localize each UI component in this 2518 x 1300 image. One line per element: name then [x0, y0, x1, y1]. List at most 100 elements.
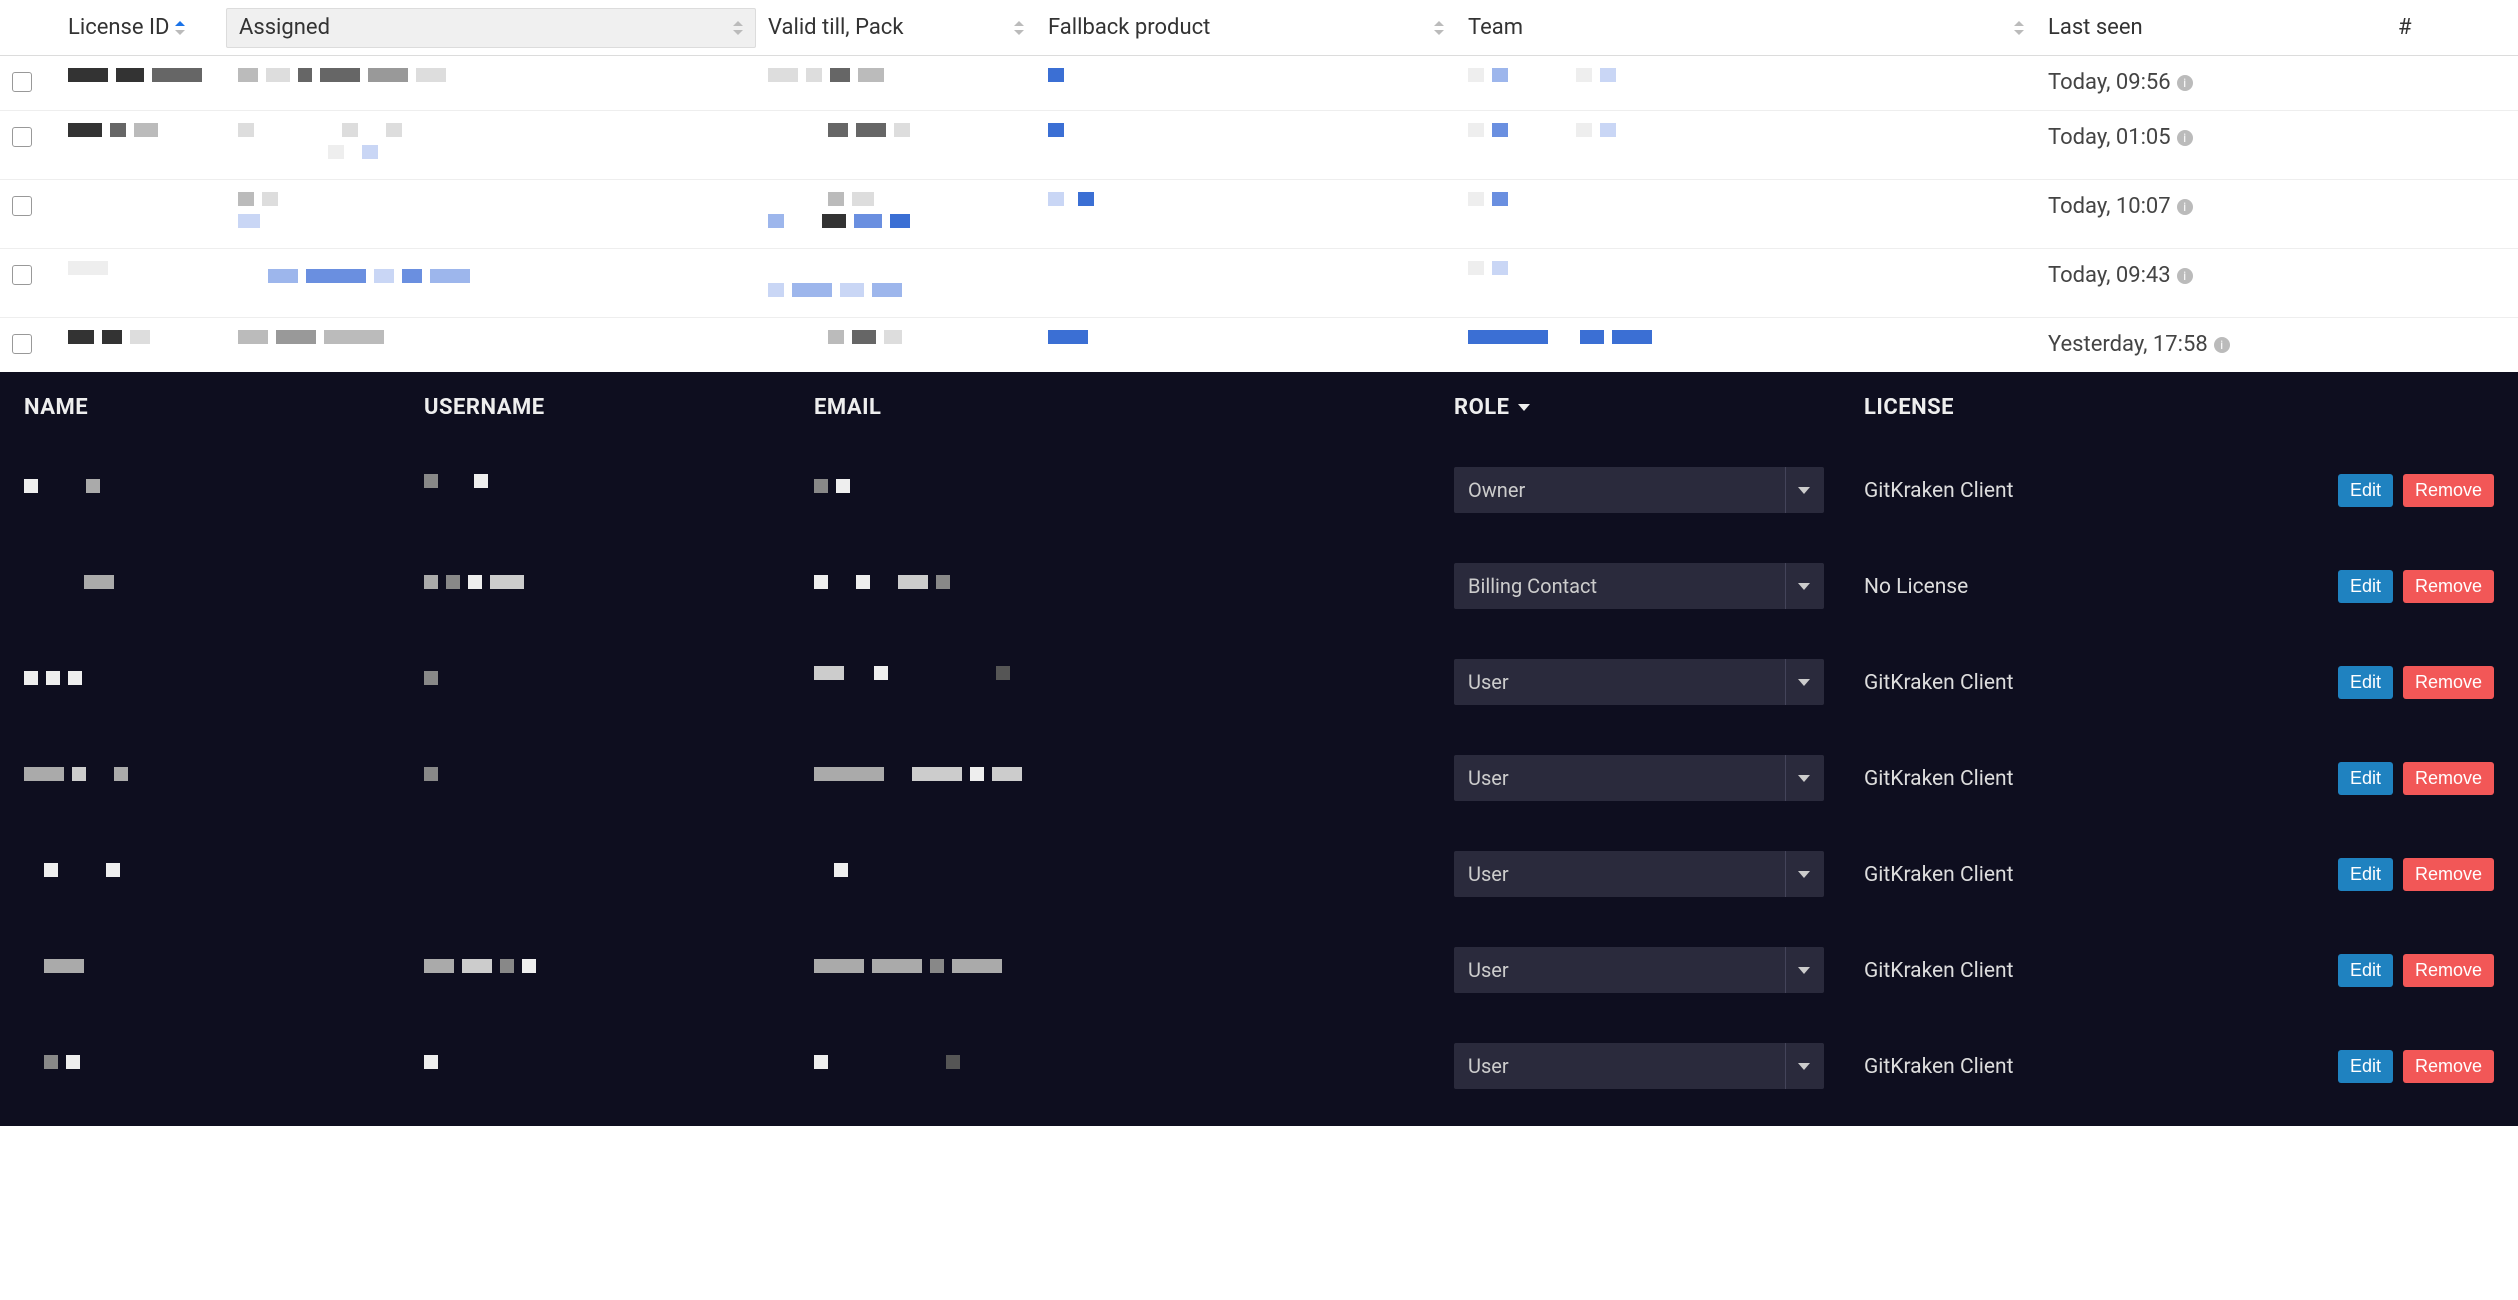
sort-desc-icon	[1518, 404, 1530, 411]
header-email[interactable]: EMAIL	[802, 395, 1442, 420]
user-row: Owner GitKraken Client Edit Remove	[0, 442, 2518, 538]
user-license-text: GitKraken Client	[1864, 863, 2013, 887]
user-license-text: GitKraken Client	[1864, 479, 2013, 503]
role-select-value: User	[1468, 1054, 1509, 1078]
role-select[interactable]: Billing Contact	[1454, 563, 1824, 609]
user-email-cell	[802, 479, 1442, 501]
license-row: Today, 01:05i	[0, 111, 2518, 180]
info-icon[interactable]: i	[2214, 337, 2230, 353]
remove-button[interactable]: Remove	[2403, 474, 2494, 507]
user-license-text: GitKraken Client	[1864, 1055, 2013, 1079]
user-username-cell	[412, 767, 802, 789]
edit-button[interactable]: Edit	[2338, 762, 2393, 795]
user-username-cell	[412, 959, 802, 981]
edit-button[interactable]: Edit	[2338, 570, 2393, 603]
header-role[interactable]: ROLE	[1442, 395, 1852, 420]
user-username-cell	[412, 671, 802, 693]
header-last-seen[interactable]: Last seen	[2036, 15, 2386, 40]
header-username[interactable]: USERNAME	[412, 395, 802, 420]
edit-button[interactable]: Edit	[2338, 1050, 2393, 1083]
user-row: Billing Contact No License Edit Remove	[0, 538, 2518, 634]
role-select-value: User	[1468, 862, 1509, 886]
header-name-label: NAME	[24, 395, 88, 420]
role-select[interactable]: Owner	[1454, 467, 1824, 513]
users-table-panel: NAME USERNAME EMAIL ROLE LICENSE Owner Gi…	[0, 372, 2518, 1126]
license-table-header: License ID Assigned Valid till, Pack Fal…	[0, 0, 2518, 56]
header-license-id-label: License ID	[68, 15, 169, 40]
sort-icon	[733, 21, 743, 35]
user-license-text: GitKraken Client	[1864, 767, 2013, 791]
chevron-down-icon	[1798, 967, 1810, 974]
user-row: User GitKraken Client Edit Remove	[0, 922, 2518, 1018]
role-select-value: User	[1468, 766, 1509, 790]
info-icon[interactable]: i	[2177, 268, 2193, 284]
license-row: Today, 10:07i	[0, 180, 2518, 249]
role-select[interactable]: User	[1454, 659, 1824, 705]
last-seen-text: Yesterday, 17:58	[2048, 332, 2208, 357]
row-checkbox[interactable]	[12, 334, 32, 354]
header-assigned[interactable]: Assigned	[226, 8, 756, 48]
user-name-cell	[12, 767, 412, 789]
remove-button[interactable]: Remove	[2403, 954, 2494, 987]
last-seen-text: Today, 09:56	[2048, 70, 2171, 95]
info-icon[interactable]: i	[2177, 130, 2193, 146]
user-email-cell	[802, 863, 1442, 885]
chevron-down-icon	[1798, 871, 1810, 878]
header-license[interactable]: LICENSE	[1852, 395, 2322, 420]
user-name-cell	[12, 863, 412, 885]
edit-button[interactable]: Edit	[2338, 474, 2393, 507]
row-checkbox[interactable]	[12, 196, 32, 216]
role-select-value: User	[1468, 958, 1509, 982]
role-select-value: User	[1468, 670, 1509, 694]
row-checkbox[interactable]	[12, 72, 32, 92]
license-row: Yesterday, 17:58 i	[0, 318, 2518, 372]
user-username-cell	[412, 575, 802, 597]
role-select-value: Owner	[1468, 478, 1525, 502]
header-name[interactable]: NAME	[12, 395, 412, 420]
sort-icon	[2014, 21, 2024, 35]
remove-button[interactable]: Remove	[2403, 762, 2494, 795]
header-valid-till[interactable]: Valid till, Pack	[756, 15, 1036, 40]
header-team[interactable]: Team	[1456, 15, 2036, 40]
user-license-text: GitKraken Client	[1864, 671, 2013, 695]
chevron-down-icon	[1798, 679, 1810, 686]
edit-button[interactable]: Edit	[2338, 666, 2393, 699]
header-username-label: USERNAME	[424, 395, 545, 420]
row-checkbox[interactable]	[12, 127, 32, 147]
header-license-id[interactable]: License ID	[56, 15, 226, 40]
header-hash[interactable]: #	[2386, 15, 2486, 40]
role-select[interactable]: User	[1454, 947, 1824, 993]
license-row: Today, 09:43i	[0, 249, 2518, 318]
header-hash-label: #	[2398, 15, 2412, 40]
remove-button[interactable]: Remove	[2403, 666, 2494, 699]
user-name-cell	[12, 575, 412, 597]
user-email-cell	[802, 767, 1442, 789]
edit-button[interactable]: Edit	[2338, 954, 2393, 987]
role-select-value: Billing Contact	[1468, 574, 1597, 598]
user-license-text: No License	[1864, 575, 1968, 599]
role-select[interactable]: User	[1454, 755, 1824, 801]
role-select[interactable]: User	[1454, 851, 1824, 897]
remove-button[interactable]: Remove	[2403, 570, 2494, 603]
info-icon[interactable]: i	[2177, 199, 2193, 215]
remove-button[interactable]: Remove	[2403, 1050, 2494, 1083]
header-email-label: EMAIL	[814, 395, 881, 420]
remove-button[interactable]: Remove	[2403, 858, 2494, 891]
role-select[interactable]: User	[1454, 1043, 1824, 1089]
user-row: User GitKraken Client Edit Remove	[0, 826, 2518, 922]
chevron-down-icon	[1798, 487, 1810, 494]
header-last-seen-label: Last seen	[2048, 15, 2143, 40]
user-row: User GitKraken Client Edit Remove	[0, 730, 2518, 826]
user-name-cell	[12, 959, 412, 981]
header-role-label: ROLE	[1454, 395, 1510, 420]
header-team-label: Team	[1468, 15, 1523, 40]
header-fallback-label: Fallback product	[1048, 15, 1210, 40]
user-license-text: GitKraken Client	[1864, 959, 2013, 983]
edit-button[interactable]: Edit	[2338, 858, 2393, 891]
row-checkbox[interactable]	[12, 265, 32, 285]
license-row: Today, 09:56 i	[0, 56, 2518, 111]
info-icon[interactable]: i	[2177, 75, 2193, 91]
header-fallback[interactable]: Fallback product	[1036, 15, 1456, 40]
chevron-down-icon	[1798, 1063, 1810, 1070]
sort-icon	[1434, 21, 1444, 35]
